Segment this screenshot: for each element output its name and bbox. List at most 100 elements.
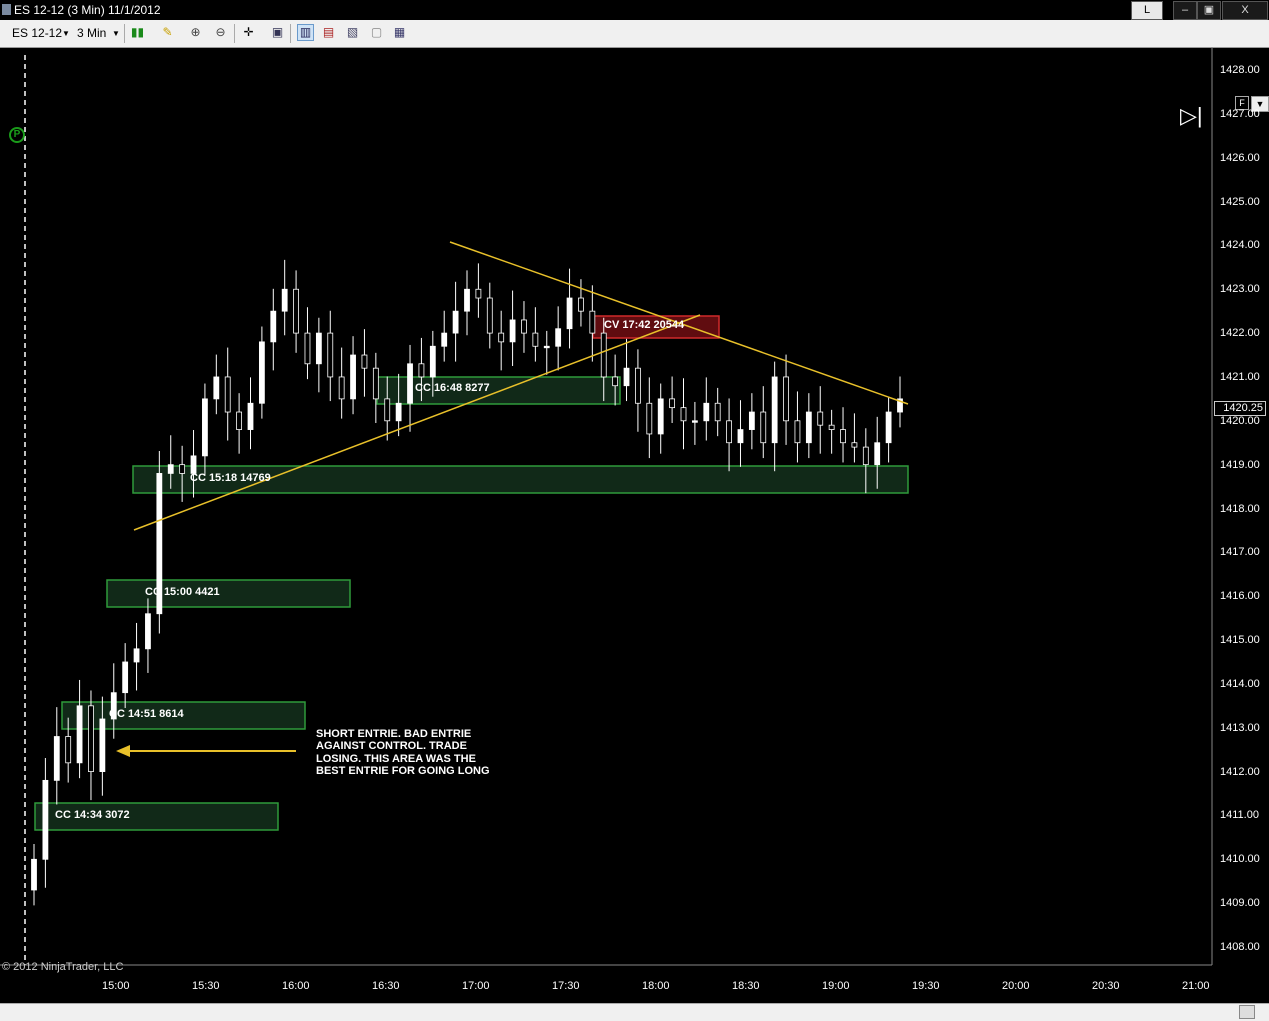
y-axis-tick-label: 1423.00 <box>1220 283 1260 296</box>
candle-body <box>794 420 801 444</box>
candle-body <box>623 367 630 387</box>
candle-body <box>145 613 151 650</box>
volume-zone-box[interactable] <box>376 376 621 405</box>
candle-body <box>407 363 413 404</box>
candle-body <box>236 411 243 430</box>
candle-body <box>270 310 277 343</box>
chart-toolbar: ES 12-12 ▼ 3 Min ▼ ▮▮ ✎ ⊕ ⊖ ✛ ▣ ▥ ▤ ▧ ▢ … <box>0 20 1269 48</box>
candle-body <box>612 376 619 387</box>
candle-body <box>202 398 208 457</box>
maximize-button[interactable]: ▣ <box>1197 1 1221 20</box>
x-axis-tick-label: 15:30 <box>192 980 220 992</box>
price-chart[interactable]: P ▷| F ▼ <box>0 47 1269 1003</box>
x-axis-tick-label: 18:00 <box>642 980 670 992</box>
x-axis-tick-label: 20:00 <box>1002 980 1030 992</box>
box-label-cc-1648: CC 16:48 8277 <box>415 382 490 394</box>
y-axis-tick-label: 1419.00 <box>1220 458 1260 471</box>
candle-body <box>532 332 539 347</box>
close-button[interactable]: X <box>1222 1 1268 20</box>
candle-body <box>680 407 687 422</box>
zoom-in-icon[interactable]: ⊕ <box>188 25 203 40</box>
chevron-down-icon[interactable]: ▼ <box>112 29 120 38</box>
candle-body <box>441 332 448 347</box>
x-axis-tick-label: 16:00 <box>282 980 310 992</box>
minimize-button[interactable]: – <box>1173 1 1197 20</box>
box-label-cc-1451: CC 14:51 8614 <box>109 708 184 720</box>
candle-body <box>258 341 265 404</box>
y-axis-tick-label: 1427.00 <box>1220 107 1260 120</box>
zoom-out-icon[interactable]: ⊖ <box>213 25 228 40</box>
y-axis-tick-label: 1420.00 <box>1220 414 1260 427</box>
x-axis-tick-label: 17:30 <box>552 980 580 992</box>
candle-body <box>498 332 505 343</box>
chart-style-icon[interactable]: ▤ <box>321 25 336 40</box>
x-axis-tick-label: 19:00 <box>822 980 850 992</box>
candle-body <box>384 398 391 422</box>
candle-body <box>783 376 789 422</box>
candle-body <box>122 661 129 694</box>
scrollbar-thumb[interactable] <box>1239 1005 1255 1019</box>
candle-body <box>224 376 231 413</box>
candle-body <box>840 429 846 444</box>
candle-body <box>338 376 345 400</box>
candle-body <box>521 319 527 334</box>
box-label-cc-1518: CC 15:18 14769 <box>190 472 271 484</box>
instrument-selector[interactable]: ES 12-12 <box>12 26 62 40</box>
candle-body <box>885 411 892 444</box>
y-axis-tick-label: 1408.00 <box>1220 941 1260 953</box>
y-axis-tick-label: 1410.00 <box>1220 853 1260 866</box>
candle-body <box>464 288 470 312</box>
y-axis-tick-label: 1417.00 <box>1220 546 1260 559</box>
candle-body <box>418 363 425 378</box>
x-axis-tick-label: 20:30 <box>1092 980 1120 992</box>
volume-zone-box[interactable] <box>106 579 351 608</box>
interval-selector[interactable]: 3 Min <box>77 26 106 40</box>
pencil-icon[interactable]: ✎ <box>160 25 175 40</box>
candle-body <box>304 332 311 365</box>
candle-body <box>874 442 881 466</box>
candle-body <box>600 332 607 378</box>
candle-body <box>635 367 641 404</box>
candlestick-icon[interactable]: ▮▮ <box>130 25 145 40</box>
candle-body <box>737 429 744 444</box>
x-axis-tick-label: 15:00 <box>102 980 130 992</box>
y-axis-tick-label: 1422.00 <box>1220 327 1260 340</box>
chart-properties-icon[interactable]: ▧ <box>345 25 360 40</box>
chevron-down-icon[interactable]: ▼ <box>62 29 70 38</box>
candle-body <box>862 446 869 466</box>
candle-body <box>281 288 288 312</box>
current-price-marker: 1420.25 <box>1214 401 1266 416</box>
candle-body <box>76 705 83 764</box>
candle-body <box>851 442 858 448</box>
x-axis-tick-label: 16:30 <box>372 980 400 992</box>
bar-type-icon[interactable]: ▥ <box>297 24 314 41</box>
candle-body <box>179 464 186 474</box>
candle-body <box>53 736 60 781</box>
toolbar-divider <box>234 24 235 43</box>
y-axis-tick-label: 1428.00 <box>1220 64 1260 76</box>
candle-body <box>99 718 106 772</box>
candle-body <box>88 705 94 773</box>
x-axis-tick-label: 17:00 <box>462 980 490 992</box>
y-axis-tick-label: 1426.00 <box>1220 151 1260 164</box>
app-icon <box>2 4 11 15</box>
candle-body <box>475 288 482 299</box>
tile-icon[interactable]: ▢ <box>369 25 384 40</box>
y-axis-tick-label: 1424.00 <box>1220 239 1260 252</box>
link-button[interactable]: L <box>1131 1 1163 20</box>
candle-body <box>486 297 493 334</box>
crosshair-icon[interactable]: ✛ <box>241 25 256 40</box>
window-link-icon[interactable]: ▦ <box>392 25 407 40</box>
play-icon[interactable]: ▷| <box>1180 103 1203 129</box>
candle-body <box>395 402 402 422</box>
p-marker-icon[interactable]: P <box>9 127 25 143</box>
ascending-trendline[interactable] <box>133 314 701 531</box>
data-box-icon[interactable]: ▣ <box>270 25 285 40</box>
candle-body <box>350 354 356 400</box>
horizontal-scrollbar[interactable] <box>0 1003 1269 1021</box>
candle-body <box>817 411 824 426</box>
candle-body <box>247 402 254 430</box>
title-bar: ES 12-12 (3 Min) 11/1/2012 L – ▣ X <box>0 0 1269 20</box>
y-axis-tick-label: 1413.00 <box>1220 721 1260 734</box>
candle-body <box>566 297 573 330</box>
